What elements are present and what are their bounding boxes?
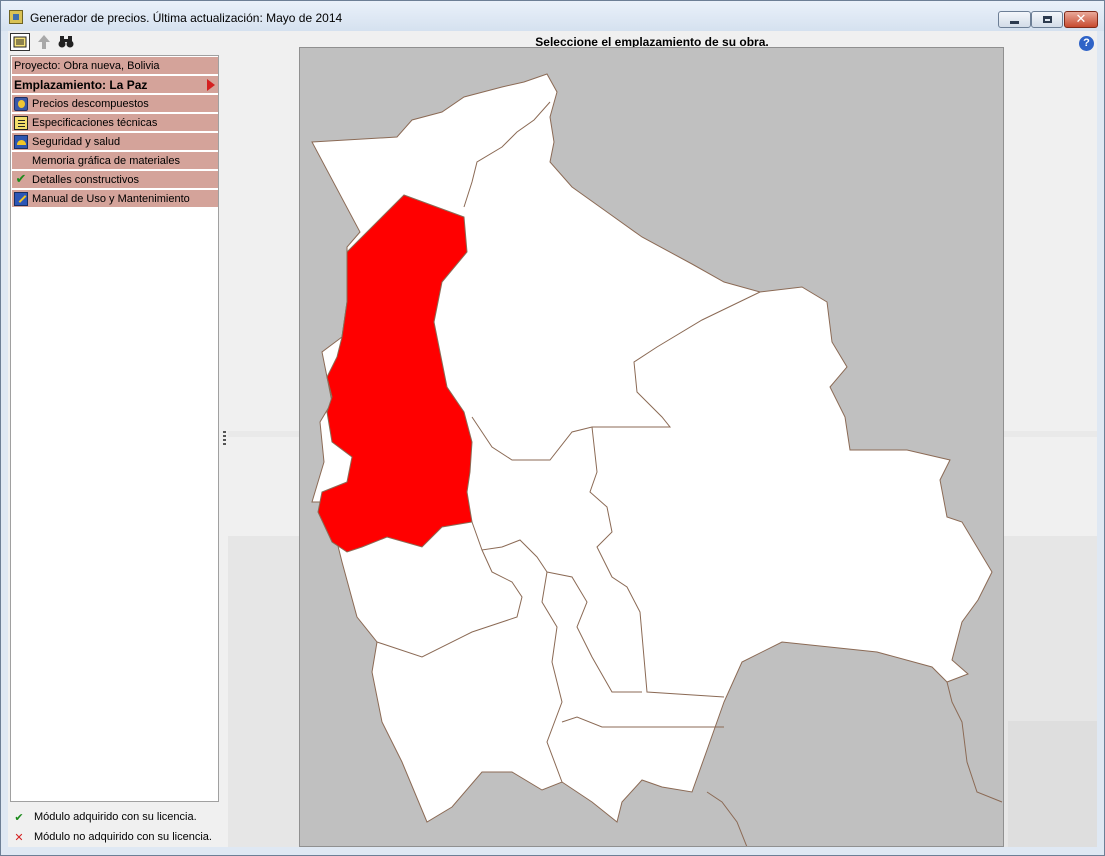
index-button[interactable] (10, 33, 30, 51)
menu-item-safety[interactable]: Seguridad y salud (12, 133, 218, 151)
location-item[interactable]: Emplazamiento: La Paz (12, 76, 218, 94)
minimize-icon (1010, 20, 1019, 24)
arrow-up-icon (38, 35, 50, 49)
project-item[interactable]: Proyecto: Obra nueva, Bolivia (12, 57, 218, 75)
location-label: Emplazamiento: La Paz (14, 77, 148, 92)
help-icon[interactable]: ? (1079, 36, 1094, 51)
safety-helmet-icon (14, 134, 28, 149)
binoculars-icon (58, 36, 74, 48)
menu-item-label: Precios descompuestos (32, 97, 149, 110)
project-label: Proyecto: Obra nueva, Bolivia (14, 59, 160, 72)
menu-item-label: Seguridad y salud (32, 135, 121, 148)
specs-icon (14, 115, 28, 130)
maximize-button[interactable] (1031, 11, 1063, 28)
menu-item-details[interactable]: ✔ Detalles constructivos (12, 171, 218, 189)
panel-splitter[interactable] (223, 431, 226, 447)
legend-not-licensed: ✕ Módulo no adquirido con su licencia. (12, 827, 222, 847)
menu-item-specs[interactable]: Especificaciones técnicas (12, 114, 218, 132)
checkmark-icon: ✔ (14, 810, 24, 824)
legend: ✔ Módulo adquirido con su licencia. ✕ Mó… (12, 807, 222, 847)
blank-icon (14, 154, 28, 168)
menu-item-manual[interactable]: Manual de Uso y Mantenimiento (12, 190, 218, 208)
client-area: Proyecto: Obra nueva, Bolivia Emplazamie… (8, 31, 1097, 847)
menu-item-label: Manual de Uso y Mantenimiento (32, 192, 190, 205)
background-decoration (1008, 721, 1097, 847)
maximize-icon (1042, 16, 1052, 23)
menu-item-label: Memoria gráfica de materiales (32, 154, 180, 167)
manual-icon (14, 191, 28, 206)
window-title: Generador de precios. Última actualizaci… (30, 11, 343, 25)
border-outside-east (946, 681, 1003, 803)
app-icon (9, 10, 23, 24)
toolbar (8, 31, 223, 55)
index-icon (13, 36, 27, 48)
minimize-button[interactable] (998, 11, 1031, 28)
border-outside-south (706, 791, 748, 846)
menu-item-materials[interactable]: Memoria gráfica de materiales (12, 152, 218, 170)
close-button[interactable]: ✕ (1064, 11, 1098, 28)
close-icon: ✕ (1075, 12, 1087, 27)
legend-licensed-label: Módulo adquirido con su licencia. (34, 811, 197, 823)
bolivia-map (311, 73, 1003, 846)
checkmark-icon: ✔ (15, 171, 27, 187)
menu-item-prices[interactable]: Precios descompuestos (12, 95, 218, 113)
menu-item-label: Especificaciones técnicas (32, 116, 158, 129)
title-bar[interactable]: Generador de precios. Última actualizaci… (1, 1, 1104, 31)
module-panel: Proyecto: Obra nueva, Bolivia Emplazamie… (10, 55, 219, 802)
up-button[interactable] (34, 33, 54, 51)
search-button[interactable] (56, 33, 76, 51)
menu-item-label: Detalles constructivos (32, 173, 139, 186)
app-window: Generador de precios. Última actualizaci… (0, 0, 1105, 856)
cross-icon: ✕ (14, 830, 24, 844)
arrow-right-icon (207, 79, 215, 91)
legend-not-licensed-label: Módulo no adquirido con su licencia. (34, 831, 212, 843)
map-view (299, 47, 1004, 847)
prices-icon (14, 96, 28, 111)
legend-licensed: ✔ Módulo adquirido con su licencia. (12, 807, 222, 827)
